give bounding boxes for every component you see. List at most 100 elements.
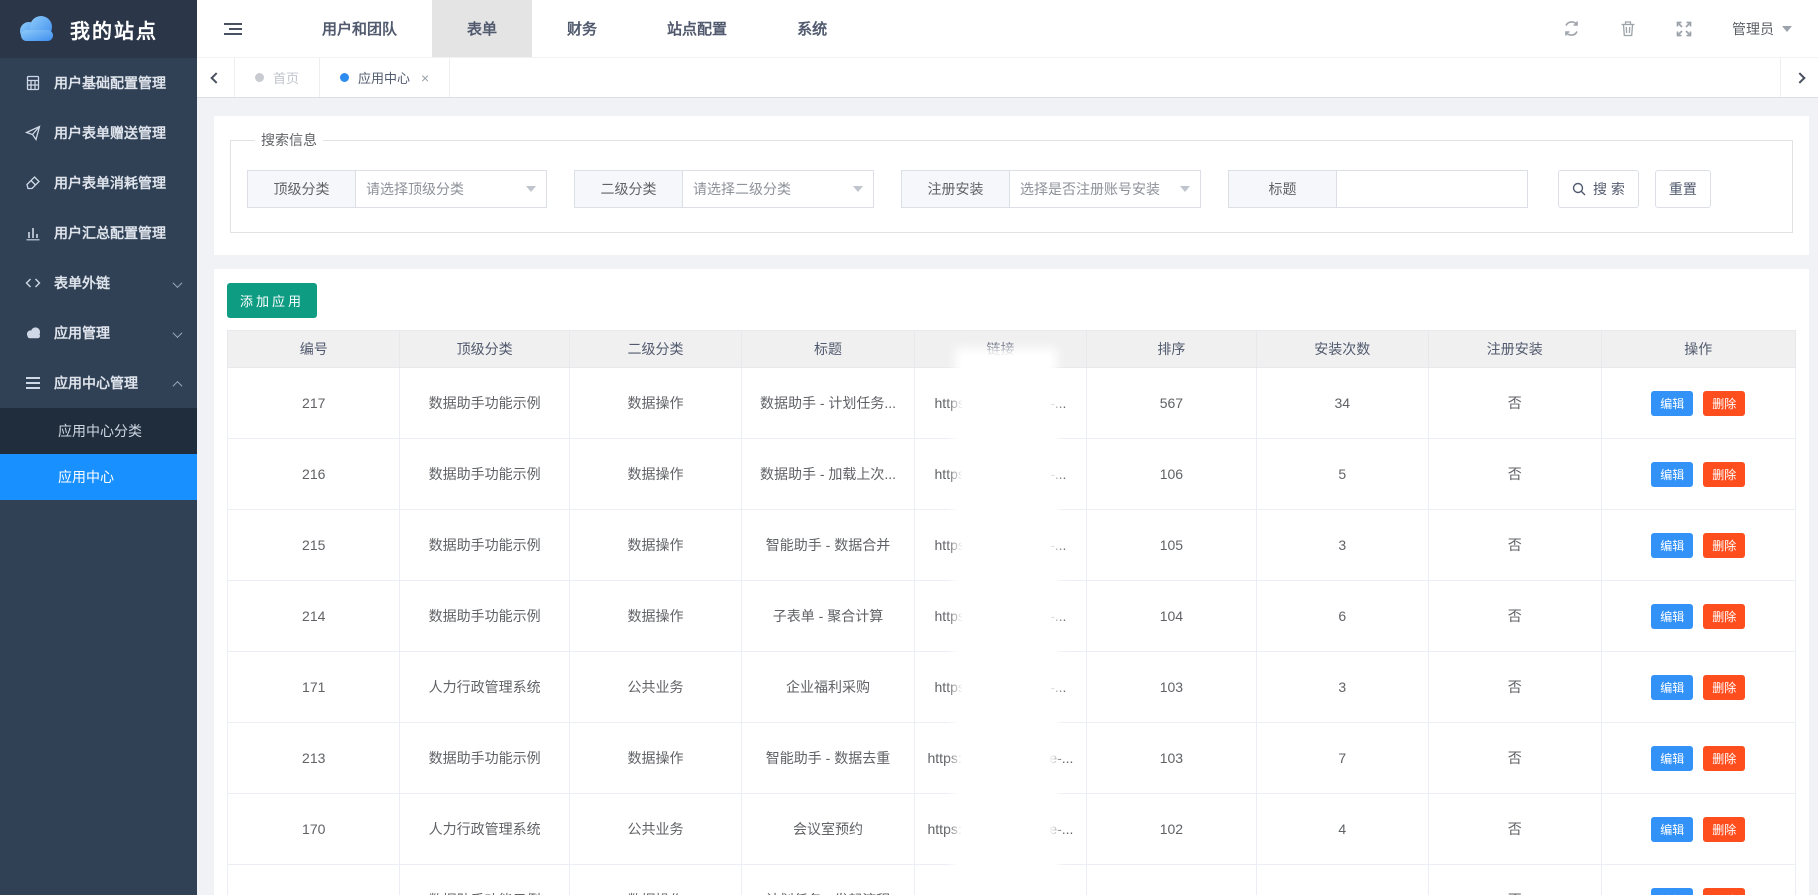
cell-sort: 103 (1087, 652, 1256, 723)
topnav-forms[interactable]: 表单 (432, 0, 532, 57)
sidebar-item-form-gift[interactable]: 用户表单赠送管理 (0, 108, 197, 158)
tags-scroll-right[interactable] (1780, 58, 1818, 97)
column-header: 注册安装 (1429, 331, 1601, 368)
delete-button[interactable]: 删除 (1703, 462, 1745, 487)
edit-button[interactable]: 编辑 (1651, 391, 1693, 416)
sidebar-item-form-external-link[interactable]: 表单外链 (0, 258, 197, 308)
tag-home[interactable]: 首页 (235, 58, 320, 97)
tags-scroll-left[interactable] (197, 58, 235, 97)
column-header: 二级分类 (569, 331, 741, 368)
edit-button[interactable]: 编辑 (1651, 888, 1693, 895)
cell-top-category: 数据助手功能示例 (400, 368, 569, 439)
edit-button[interactable]: 编辑 (1651, 533, 1693, 558)
cell-top-category: 数据助手功能示例 (400, 723, 569, 794)
topnav-system[interactable]: 系统 (762, 0, 862, 57)
sidebar: 我的站点 用户基础配置管理 用户表单赠送管理 用户表单消耗管理 (0, 0, 197, 895)
register-install-select[interactable]: 选择是否注册账号安装 (1009, 170, 1201, 208)
cell-registered: 否 (1429, 723, 1601, 794)
sidebar-item-app-center-management[interactable]: 应用中心管理 (0, 358, 197, 408)
topnav-users-teams[interactable]: 用户和团队 (287, 0, 432, 57)
edit-button[interactable]: 编辑 (1651, 462, 1693, 487)
top-category-select[interactable]: 请选择顶级分类 (355, 170, 547, 208)
trash-icon[interactable] (1620, 20, 1636, 37)
cell-sort: 104 (1087, 581, 1256, 652)
add-app-button[interactable]: 添加应用 (227, 283, 317, 318)
top-nav: 用户和团队 表单 财务 站点配置 系统 (287, 0, 862, 57)
cell-sub-category: 公共业务 (569, 794, 741, 865)
sidebar-item-label: 应用管理 (54, 323, 110, 343)
refresh-icon[interactable] (1563, 20, 1580, 37)
cell-actions: 编辑删除 (1601, 652, 1796, 723)
delete-button[interactable]: 删除 (1703, 675, 1745, 700)
delete-button[interactable]: 删除 (1703, 391, 1745, 416)
delete-button[interactable]: 删除 (1703, 533, 1745, 558)
edit-button[interactable]: 编辑 (1651, 604, 1693, 629)
sidebar-item-summary-config[interactable]: 用户汇总配置管理 (0, 208, 197, 258)
tag-dot-icon (255, 73, 264, 82)
cloud-logo-icon (16, 14, 58, 44)
sidebar-item-form-consume[interactable]: 用户表单消耗管理 (0, 158, 197, 208)
chevron-down-icon (1180, 186, 1190, 192)
tag-app-center[interactable]: 应用中心 × (320, 58, 450, 97)
collapse-sidebar-icon[interactable] (223, 21, 243, 37)
cell-install-count: 5 (1256, 439, 1428, 510)
cell-title: 会议室预约 (742, 794, 914, 865)
sidebar-item-app-center-category[interactable]: 应用中心分类 (0, 408, 197, 454)
sub-category-select[interactable]: 请选择二级分类 (682, 170, 874, 208)
topnav-finance[interactable]: 财务 (532, 0, 632, 57)
redaction-blur (962, 852, 1050, 895)
cell-id: 171 (228, 652, 400, 723)
cell-sort: 567 (1087, 368, 1256, 439)
user-menu[interactable]: 管理员 (1732, 19, 1792, 39)
title-input[interactable] (1336, 170, 1528, 208)
cell-top-category: 数据助手功能示例 (400, 510, 569, 581)
edit-button[interactable]: 编辑 (1651, 675, 1693, 700)
field-label: 注册安装 (901, 170, 1009, 208)
cell-sort: 103 (1087, 723, 1256, 794)
cell-id: 214 (228, 581, 400, 652)
close-icon[interactable]: × (421, 70, 429, 86)
sidebar-item-label: 应用中心管理 (54, 373, 138, 393)
field-label: 标题 (1228, 170, 1336, 208)
paper-plane-icon (24, 125, 42, 141)
cell-sort: 102 (1087, 794, 1256, 865)
field-label: 二级分类 (574, 170, 682, 208)
reset-button[interactable]: 重置 (1655, 170, 1711, 208)
cell-actions: 编辑删除 (1601, 439, 1796, 510)
code-icon (24, 275, 42, 291)
search-fieldset: 搜索信息 顶级分类 请选择顶级分类 二级分类 请选择二级分类 (230, 130, 1793, 233)
cell-install-count: 3 (1256, 865, 1428, 895)
eraser-icon (24, 175, 42, 191)
cell-registered: 否 (1429, 439, 1601, 510)
topnav-site-config[interactable]: 站点配置 (632, 0, 762, 57)
sidebar-item-user-base-config[interactable]: 用户基础配置管理 (0, 58, 197, 108)
delete-button[interactable]: 删除 (1703, 604, 1745, 629)
search-button[interactable]: 搜 索 (1558, 170, 1639, 208)
delete-button[interactable]: 删除 (1703, 888, 1745, 895)
cell-id: 215 (228, 510, 400, 581)
cell-sub-category: 数据操作 (569, 439, 741, 510)
cell-registered: 否 (1429, 510, 1601, 581)
sidebar-item-label: 用户汇总配置管理 (54, 223, 166, 243)
header-actions: 管理员 (1563, 19, 1792, 39)
title-field: 标题 (1228, 170, 1528, 208)
edit-button[interactable]: 编辑 (1651, 817, 1693, 842)
edit-button[interactable]: 编辑 (1651, 746, 1693, 771)
site-title: 我的站点 (70, 15, 158, 44)
column-header: 排序 (1087, 331, 1256, 368)
chevron-down-icon (853, 186, 863, 192)
cell-actions: 编辑删除 (1601, 794, 1796, 865)
delete-button[interactable]: 删除 (1703, 817, 1745, 842)
fullscreen-icon[interactable] (1676, 21, 1692, 37)
main-column: 用户和团队 表单 财务 站点配置 系统 (197, 0, 1818, 895)
sidebar-item-label: 用户表单赠送管理 (54, 123, 166, 143)
sub-category-field: 二级分类 请选择二级分类 (574, 170, 874, 208)
search-buttons: 搜 索 重置 (1558, 170, 1711, 208)
top-category-field: 顶级分类 请选择顶级分类 (247, 170, 547, 208)
cell-id: 216 (228, 439, 400, 510)
sidebar-item-app-center[interactable]: 应用中心 (0, 454, 197, 500)
delete-button[interactable]: 删除 (1703, 746, 1745, 771)
sidebar-item-label: 用户表单消耗管理 (54, 173, 166, 193)
select-placeholder: 请选择顶级分类 (366, 179, 464, 199)
sidebar-item-app-management[interactable]: 应用管理 (0, 308, 197, 358)
